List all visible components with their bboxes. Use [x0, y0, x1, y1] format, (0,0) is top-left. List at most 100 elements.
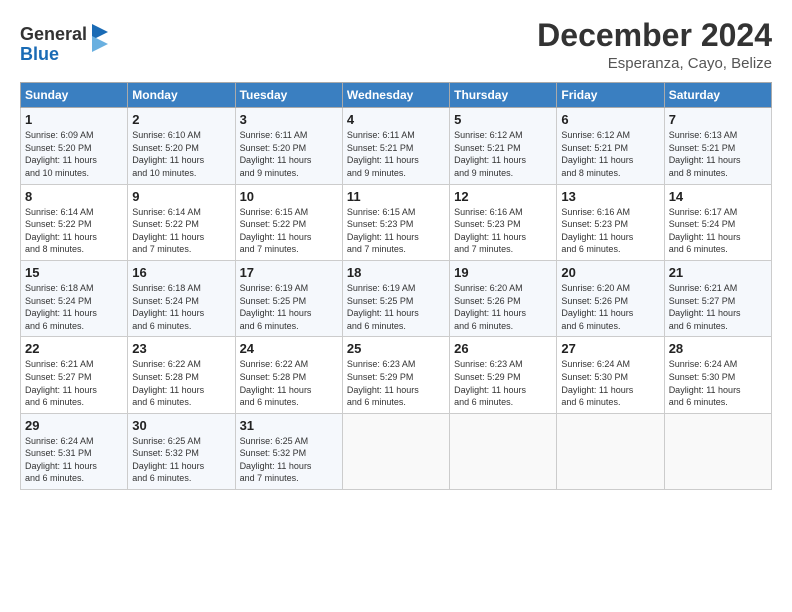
cell-text: Sunrise: 6:25 AM Sunset: 5:32 PM Dayligh… [240, 435, 338, 485]
day-number: 31 [240, 418, 338, 433]
day-number: 22 [25, 341, 123, 356]
calendar-cell: 14 Sunrise: 6:17 AM Sunset: 5:24 PM Dayli… [664, 184, 771, 260]
cell-text: Sunrise: 6:21 AM Sunset: 5:27 PM Dayligh… [25, 358, 123, 408]
day-number: 23 [132, 341, 230, 356]
day-number: 16 [132, 265, 230, 280]
cell-text: Sunrise: 6:23 AM Sunset: 5:29 PM Dayligh… [347, 358, 445, 408]
day-number: 14 [669, 189, 767, 204]
cell-text: Sunrise: 6:20 AM Sunset: 5:26 PM Dayligh… [561, 282, 659, 332]
day-number: 30 [132, 418, 230, 433]
day-number: 26 [454, 341, 552, 356]
day-number: 21 [669, 265, 767, 280]
calendar-cell: 15Sunrise: 6:18 AM Sunset: 5:24 PM Dayli… [21, 260, 128, 336]
day-number: 5 [454, 112, 552, 127]
header-cell-wednesday: Wednesday [342, 83, 449, 108]
cell-text: Sunrise: 6:22 AM Sunset: 5:28 PM Dayligh… [132, 358, 230, 408]
cell-text: Sunrise: 6:14 AM Sunset: 5:22 PM Dayligh… [25, 206, 123, 256]
header-cell-monday: Monday [128, 83, 235, 108]
day-number: 3 [240, 112, 338, 127]
cell-text: Sunrise: 6:24 AM Sunset: 5:31 PM Dayligh… [25, 435, 123, 485]
week-row-5: 29 Sunrise: 6:24 AM Sunset: 5:31 PM Dayli… [21, 413, 772, 489]
svg-text:Blue: Blue [20, 44, 59, 64]
calendar-cell [557, 413, 664, 489]
calendar-cell: 3 Sunrise: 6:11 AM Sunset: 5:20 PM Daylig… [235, 108, 342, 184]
day-number: 28 [669, 341, 767, 356]
calendar-cell: 25 Sunrise: 6:23 AM Sunset: 5:29 PM Dayli… [342, 337, 449, 413]
logo-icon: General Blue [20, 18, 110, 66]
calendar-cell: 1Sunrise: 6:09 AM Sunset: 5:20 PM Daylig… [21, 108, 128, 184]
calendar-cell: 19Sunrise: 6:20 AM Sunset: 5:26 PM Dayli… [450, 260, 557, 336]
location-title: Esperanza, Cayo, Belize [537, 55, 772, 72]
day-number: 18 [347, 265, 445, 280]
header-cell-saturday: Saturday [664, 83, 771, 108]
day-number: 2 [132, 112, 230, 127]
calendar-cell: 28Sunrise: 6:24 AM Sunset: 5:30 PM Dayli… [664, 337, 771, 413]
day-number: 8 [25, 189, 123, 204]
week-row-4: 22 Sunrise: 6:21 AM Sunset: 5:27 PM Dayli… [21, 337, 772, 413]
logo: General Blue [20, 18, 110, 66]
calendar-cell [342, 413, 449, 489]
cell-text: Sunrise: 6:11 AM Sunset: 5:21 PM Dayligh… [347, 129, 445, 179]
calendar-cell: 12Sunrise: 6:16 AM Sunset: 5:23 PM Dayli… [450, 184, 557, 260]
cell-text: Sunrise: 6:24 AM Sunset: 5:30 PM Dayligh… [561, 358, 659, 408]
cell-text: Sunrise: 6:14 AM Sunset: 5:22 PM Dayligh… [132, 206, 230, 256]
title-block: December 2024 Esperanza, Cayo, Belize [537, 18, 772, 72]
calendar-cell: 2 Sunrise: 6:10 AM Sunset: 5:20 PM Daylig… [128, 108, 235, 184]
cell-text: Sunrise: 6:25 AM Sunset: 5:32 PM Dayligh… [132, 435, 230, 485]
calendar-cell: 21 Sunrise: 6:21 AM Sunset: 5:27 PM Dayli… [664, 260, 771, 336]
cell-text: Sunrise: 6:17 AM Sunset: 5:24 PM Dayligh… [669, 206, 767, 256]
calendar-cell: 10Sunrise: 6:15 AM Sunset: 5:22 PM Dayli… [235, 184, 342, 260]
cell-text: Sunrise: 6:23 AM Sunset: 5:29 PM Dayligh… [454, 358, 552, 408]
cell-text: Sunrise: 6:11 AM Sunset: 5:20 PM Dayligh… [240, 129, 338, 179]
day-number: 11 [347, 189, 445, 204]
day-number: 20 [561, 265, 659, 280]
header-cell-sunday: Sunday [21, 83, 128, 108]
calendar-cell: 11 Sunrise: 6:15 AM Sunset: 5:23 PM Dayli… [342, 184, 449, 260]
calendar-cell [664, 413, 771, 489]
cell-text: Sunrise: 6:10 AM Sunset: 5:20 PM Dayligh… [132, 129, 230, 179]
header: General Blue December 2024 Esperanza, Ca… [20, 18, 772, 72]
calendar-cell: 17Sunrise: 6:19 AM Sunset: 5:25 PM Dayli… [235, 260, 342, 336]
day-number: 9 [132, 189, 230, 204]
week-row-2: 8 Sunrise: 6:14 AM Sunset: 5:22 PM Daylig… [21, 184, 772, 260]
svg-text:General: General [20, 24, 87, 44]
header-cell-friday: Friday [557, 83, 664, 108]
calendar-cell: 6Sunrise: 6:12 AM Sunset: 5:21 PM Daylig… [557, 108, 664, 184]
header-cell-tuesday: Tuesday [235, 83, 342, 108]
day-number: 27 [561, 341, 659, 356]
calendar-cell: 22 Sunrise: 6:21 AM Sunset: 5:27 PM Dayli… [21, 337, 128, 413]
day-number: 1 [25, 112, 123, 127]
calendar-cell: 8 Sunrise: 6:14 AM Sunset: 5:22 PM Daylig… [21, 184, 128, 260]
cell-text: Sunrise: 6:15 AM Sunset: 5:22 PM Dayligh… [240, 206, 338, 256]
day-number: 29 [25, 418, 123, 433]
cell-text: Sunrise: 6:21 AM Sunset: 5:27 PM Dayligh… [669, 282, 767, 332]
cell-text: Sunrise: 6:15 AM Sunset: 5:23 PM Dayligh… [347, 206, 445, 256]
header-cell-thursday: Thursday [450, 83, 557, 108]
day-number: 19 [454, 265, 552, 280]
cell-text: Sunrise: 6:19 AM Sunset: 5:25 PM Dayligh… [240, 282, 338, 332]
cell-text: Sunrise: 6:19 AM Sunset: 5:25 PM Dayligh… [347, 282, 445, 332]
calendar-cell: 27 Sunrise: 6:24 AM Sunset: 5:30 PM Dayli… [557, 337, 664, 413]
calendar-cell: 20 Sunrise: 6:20 AM Sunset: 5:26 PM Dayli… [557, 260, 664, 336]
day-number: 25 [347, 341, 445, 356]
cell-text: Sunrise: 6:16 AM Sunset: 5:23 PM Dayligh… [561, 206, 659, 256]
calendar-cell: 7 Sunrise: 6:13 AM Sunset: 5:21 PM Daylig… [664, 108, 771, 184]
day-number: 12 [454, 189, 552, 204]
calendar-page: General Blue December 2024 Esperanza, Ca… [0, 0, 792, 612]
calendar-cell: 30 Sunrise: 6:25 AM Sunset: 5:32 PM Dayli… [128, 413, 235, 489]
day-number: 13 [561, 189, 659, 204]
cell-text: Sunrise: 6:12 AM Sunset: 5:21 PM Dayligh… [454, 129, 552, 179]
calendar-cell: 18 Sunrise: 6:19 AM Sunset: 5:25 PM Dayli… [342, 260, 449, 336]
calendar-cell: 13 Sunrise: 6:16 AM Sunset: 5:23 PM Dayli… [557, 184, 664, 260]
day-number: 4 [347, 112, 445, 127]
cell-text: Sunrise: 6:12 AM Sunset: 5:21 PM Dayligh… [561, 129, 659, 179]
calendar-cell [450, 413, 557, 489]
cell-text: Sunrise: 6:13 AM Sunset: 5:21 PM Dayligh… [669, 129, 767, 179]
cell-text: Sunrise: 6:18 AM Sunset: 5:24 PM Dayligh… [132, 282, 230, 332]
day-number: 7 [669, 112, 767, 127]
day-number: 15 [25, 265, 123, 280]
cell-text: Sunrise: 6:22 AM Sunset: 5:28 PM Dayligh… [240, 358, 338, 408]
calendar-cell: 16 Sunrise: 6:18 AM Sunset: 5:24 PM Dayli… [128, 260, 235, 336]
month-title: December 2024 [537, 18, 772, 53]
calendar-table: SundayMondayTuesdayWednesdayThursdayFrid… [20, 82, 772, 490]
